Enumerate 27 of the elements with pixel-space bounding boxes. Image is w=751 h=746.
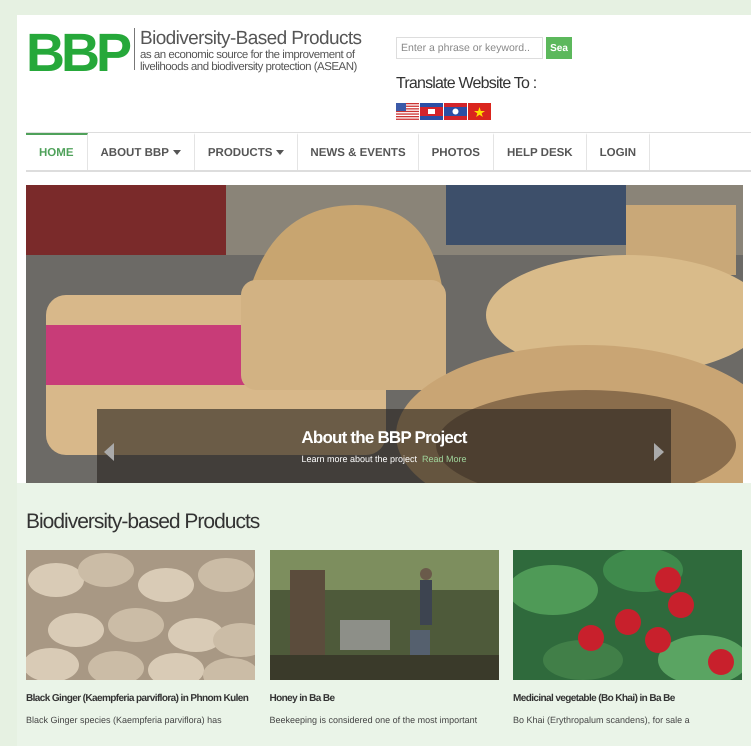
- translate-label: Translate Website To :: [396, 75, 538, 93]
- nav-item[interactable]: ABOUT BBP: [88, 133, 195, 170]
- site-title: Biodiversity-Based Products: [140, 28, 362, 49]
- flag-icon[interactable]: [396, 103, 419, 120]
- search-field[interactable]: Enter a phrase or keyword..: [396, 37, 543, 59]
- nav-item[interactable]: PHOTOS: [418, 133, 494, 170]
- section-heading: Biodiversity-based Products: [26, 510, 260, 534]
- product-title[interactable]: Black Ginger (Kaempferia parviflora) in Phnom Kulen: [26, 693, 248, 704]
- prev-arrow-icon[interactable]: [104, 443, 114, 461]
- slide-text: Learn more about the project: [301, 454, 418, 464]
- product-description: Beekeeping is considered one of the most important: [270, 715, 478, 725]
- flag-icon[interactable]: [468, 103, 491, 120]
- read-more-link[interactable]: Read More: [422, 454, 467, 464]
- next-arrow-icon[interactable]: [654, 443, 664, 461]
- site-tagline: as an economic source for the improvement of: [140, 49, 356, 61]
- product-description: Black Ginger species (Kaempferia parviflora) has: [26, 715, 223, 725]
- product-title[interactable]: Honey in Ba Be: [270, 693, 334, 704]
- nav-item[interactable]: LOGIN: [586, 133, 650, 170]
- site-tagline: livelihoods and biodiversity protection (ASEAN): [140, 61, 358, 73]
- product-description: Bo Khai (Erythropalum scandens), for sale a: [513, 715, 691, 725]
- flag-icon[interactable]: [420, 103, 443, 120]
- nav-item[interactable]: HELP DESK: [494, 133, 587, 170]
- flag-icon[interactable]: [444, 103, 467, 120]
- nav-item[interactable]: NEWS & EVENTS: [298, 133, 419, 170]
- product-title[interactable]: Medicinal vegetable (Bo Khai) in Ba Be: [513, 693, 675, 704]
- slide-title: About the BBP Project: [301, 428, 467, 448]
- nav-item[interactable]: PRODUCTS: [194, 133, 298, 170]
